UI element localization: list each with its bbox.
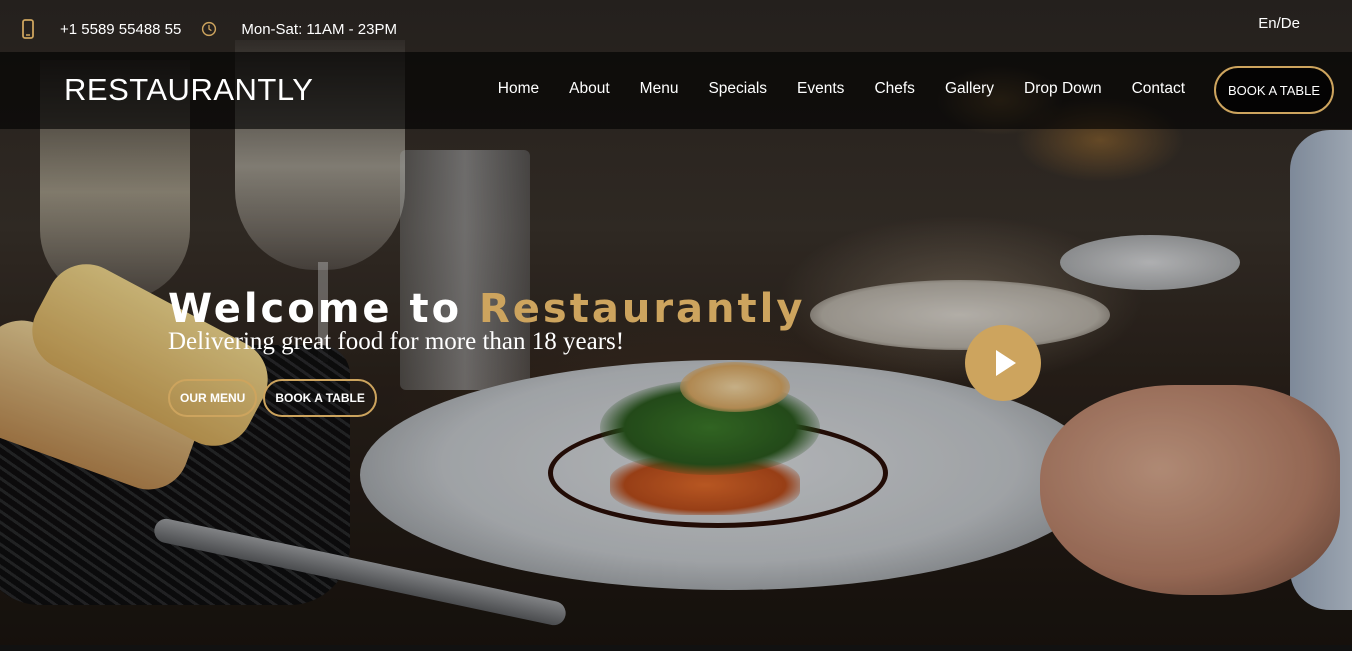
hero-book-table-button[interactable]: BOOK A TABLE [263, 379, 377, 417]
nav-item-events[interactable]: Events [782, 80, 859, 98]
play-icon [996, 350, 1016, 376]
nav-item-specials[interactable]: Specials [693, 80, 782, 98]
navbar: RESTAURANTLY Home About Menu Specials Ev… [0, 52, 1352, 129]
hero-tagline: Delivering great food for more than 18 y… [168, 328, 625, 355]
hero-heading: Welcome to Restaurantly [168, 286, 805, 332]
book-table-button[interactable]: BOOK A TABLE [1214, 66, 1334, 114]
nav-item-contact[interactable]: Contact [1117, 80, 1200, 98]
section-divider [0, 645, 1352, 651]
play-video-button[interactable] [965, 325, 1041, 401]
site-logo[interactable]: RESTAURANTLY [64, 72, 313, 108]
nav-item-dropdown[interactable]: Drop Down [1009, 80, 1117, 98]
our-menu-button[interactable]: OUR MENU [168, 379, 258, 417]
topbar-phone: +1 5589 55488 55 [60, 20, 182, 38]
nav-item-menu[interactable]: Menu [625, 80, 694, 98]
clock-icon [201, 19, 217, 39]
hero-heading-welcome: Welcome to [168, 286, 463, 332]
nav-item-home[interactable]: Home [483, 80, 554, 98]
hero-actions: OUR MENU BOOK A TABLE [168, 379, 377, 417]
language-switch[interactable]: En/De [1258, 15, 1300, 32]
topbar-contact: +1 5589 55488 55 Mon-Sat: 11AM - 23PM [20, 19, 397, 39]
topbar: +1 5589 55488 55 Mon-Sat: 11AM - 23PM En… [0, 0, 1352, 52]
phone-icon [20, 19, 36, 39]
nav-item-chefs[interactable]: Chefs [859, 80, 930, 98]
topbar-hours: Mon-Sat: 11AM - 23PM [241, 20, 397, 38]
nav-item-about[interactable]: About [554, 80, 625, 98]
nav-item-gallery[interactable]: Gallery [930, 80, 1009, 98]
hero-heading-brand: Restaurantly [479, 286, 806, 332]
nav-menu: Home About Menu Specials Events Chefs Ga… [483, 80, 1200, 98]
